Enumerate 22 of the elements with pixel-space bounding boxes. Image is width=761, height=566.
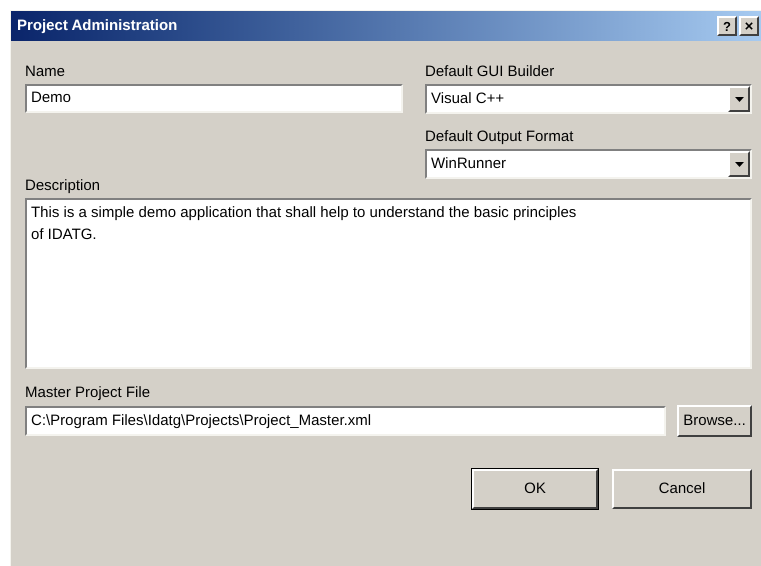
field-label: Default Output Format <box>425 128 574 146</box>
close-button[interactable]: × <box>739 16 759 36</box>
dropdown-value: Visual C++ <box>431 88 504 109</box>
dropdown-value: WinRunner <box>431 154 506 174</box>
field-label: Description <box>25 177 102 195</box>
dropdown[interactable]: WinRunner <box>425 149 752 179</box>
window-title: Project Administration <box>17 16 178 36</box>
dropdown-button[interactable] <box>728 151 750 177</box>
caret-icon <box>734 162 744 166</box>
field-label: Name <box>25 63 66 81</box>
help-button[interactable]: ? <box>717 16 737 36</box>
field-label: Master Project File <box>25 384 152 402</box>
browse-button[interactable]: Browse... <box>677 405 752 437</box>
field-label: Default GUI Builder <box>425 63 556 81</box>
cancel-button[interactable]: Cancel <box>612 469 752 509</box>
master-file-field[interactable]: C:\Program Files\Idatg\Projects\Project_Master.xml <box>25 406 666 436</box>
dropdown-button[interactable] <box>728 86 750 112</box>
ok-button[interactable]: OK <box>472 469 598 509</box>
dropdown[interactable]: Visual C++ <box>425 84 752 114</box>
caret-icon <box>734 96 744 102</box>
name-field[interactable]: Demo <box>25 84 403 113</box>
description-field[interactable]: This is a simple demo application that shall help to understand the basic principles of IDATG. <box>25 198 752 369</box>
